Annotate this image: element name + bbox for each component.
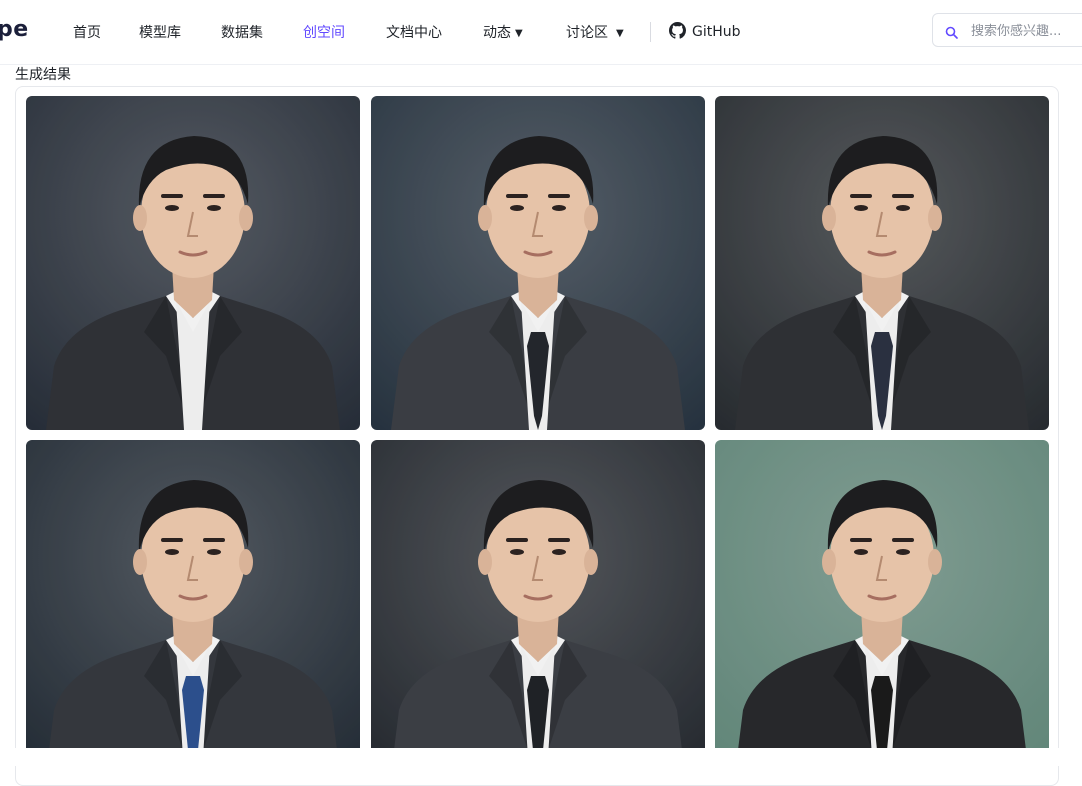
nav-docs[interactable]: 文档中心 xyxy=(386,22,442,42)
nav-datasets[interactable]: 数据集 xyxy=(221,22,263,42)
nav-forum-label: 讨论区 xyxy=(566,25,608,41)
nav-studios[interactable]: 创空间 xyxy=(303,22,345,42)
result-image[interactable] xyxy=(371,96,705,430)
nav-home-label: 首页 xyxy=(73,25,101,41)
result-image[interactable] xyxy=(26,440,360,760)
nav-datasets-label: 数据集 xyxy=(221,25,263,41)
nav-models-label: 模型库 xyxy=(139,25,181,41)
nav-home[interactable]: 首页 xyxy=(73,22,101,42)
nav-models[interactable]: 模型库 xyxy=(139,22,181,42)
result-image[interactable] xyxy=(371,440,705,760)
result-image[interactable] xyxy=(26,96,360,430)
caret-down-icon: ▼ xyxy=(616,28,624,39)
top-navbar: pe 首页 模型库 数据集 创空间 文档中心 动态 ▼ 讨论区 ▼ GitHub xyxy=(0,0,1082,65)
nav-docs-label: 文档中心 xyxy=(386,25,442,41)
result-image[interactable] xyxy=(715,96,1049,430)
search-box[interactable] xyxy=(932,13,1082,47)
caret-down-icon: ▼ xyxy=(515,28,523,39)
search-input[interactable] xyxy=(969,20,1082,42)
nav-studios-label: 创空间 xyxy=(303,25,345,41)
search-icon xyxy=(945,24,958,43)
nav-news-dropdown[interactable]: 动态 ▼ xyxy=(483,22,523,42)
site-logo[interactable]: pe xyxy=(0,17,29,42)
result-image[interactable] xyxy=(715,440,1049,760)
nav-forum-dropdown[interactable]: 讨论区 ▼ xyxy=(566,22,624,42)
github-icon xyxy=(669,22,686,43)
nav-github-label: GitHub xyxy=(692,24,741,40)
nav-divider xyxy=(650,22,651,42)
bottom-edge xyxy=(0,748,1082,766)
nav-github[interactable]: GitHub xyxy=(669,22,741,43)
nav-news-label: 动态 xyxy=(483,25,511,41)
results-title: 生成结果 xyxy=(15,67,71,83)
